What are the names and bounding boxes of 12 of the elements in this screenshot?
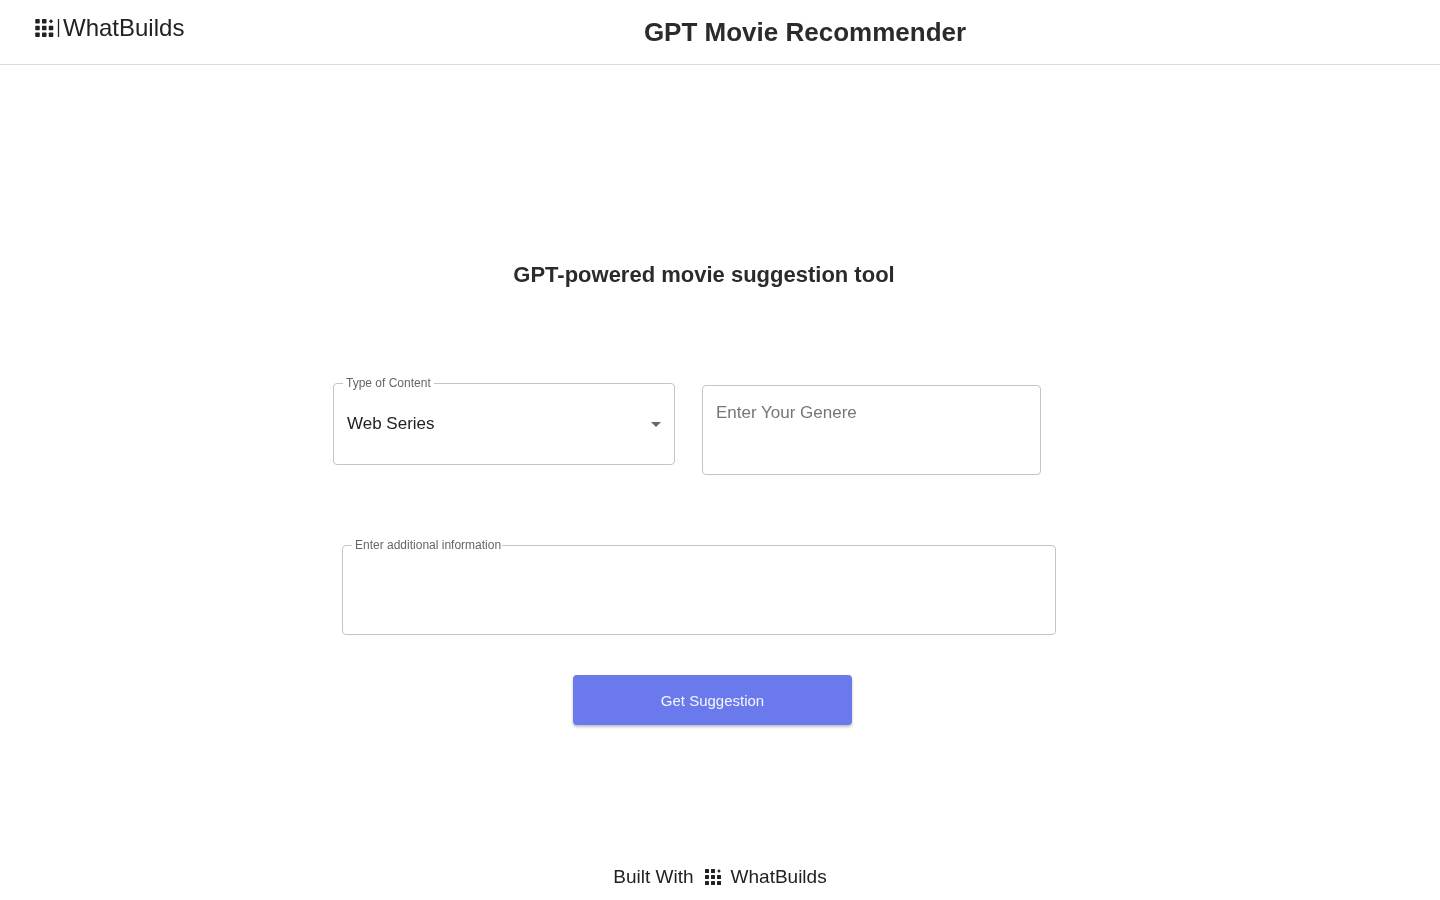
brand-name: WhatBuilds (730, 865, 827, 889)
caret-icon (651, 421, 661, 427)
logo-text: WhatBuilds (63, 15, 185, 41)
logo-icon (35, 19, 60, 37)
section-heading: GPT-powered movie suggestion tool (512, 261, 896, 289)
built-with-text: Built With (613, 865, 694, 889)
page-title: GPT Movie Recommender (642, 16, 968, 48)
field-label: Type of Content (343, 376, 434, 390)
genre-input[interactable]: Enter Your Genere (702, 385, 1041, 475)
grid-icon (704, 869, 721, 885)
field-label: Enter additional information (352, 538, 503, 552)
get-suggestion-button[interactable]: Get Suggestion (573, 675, 852, 725)
